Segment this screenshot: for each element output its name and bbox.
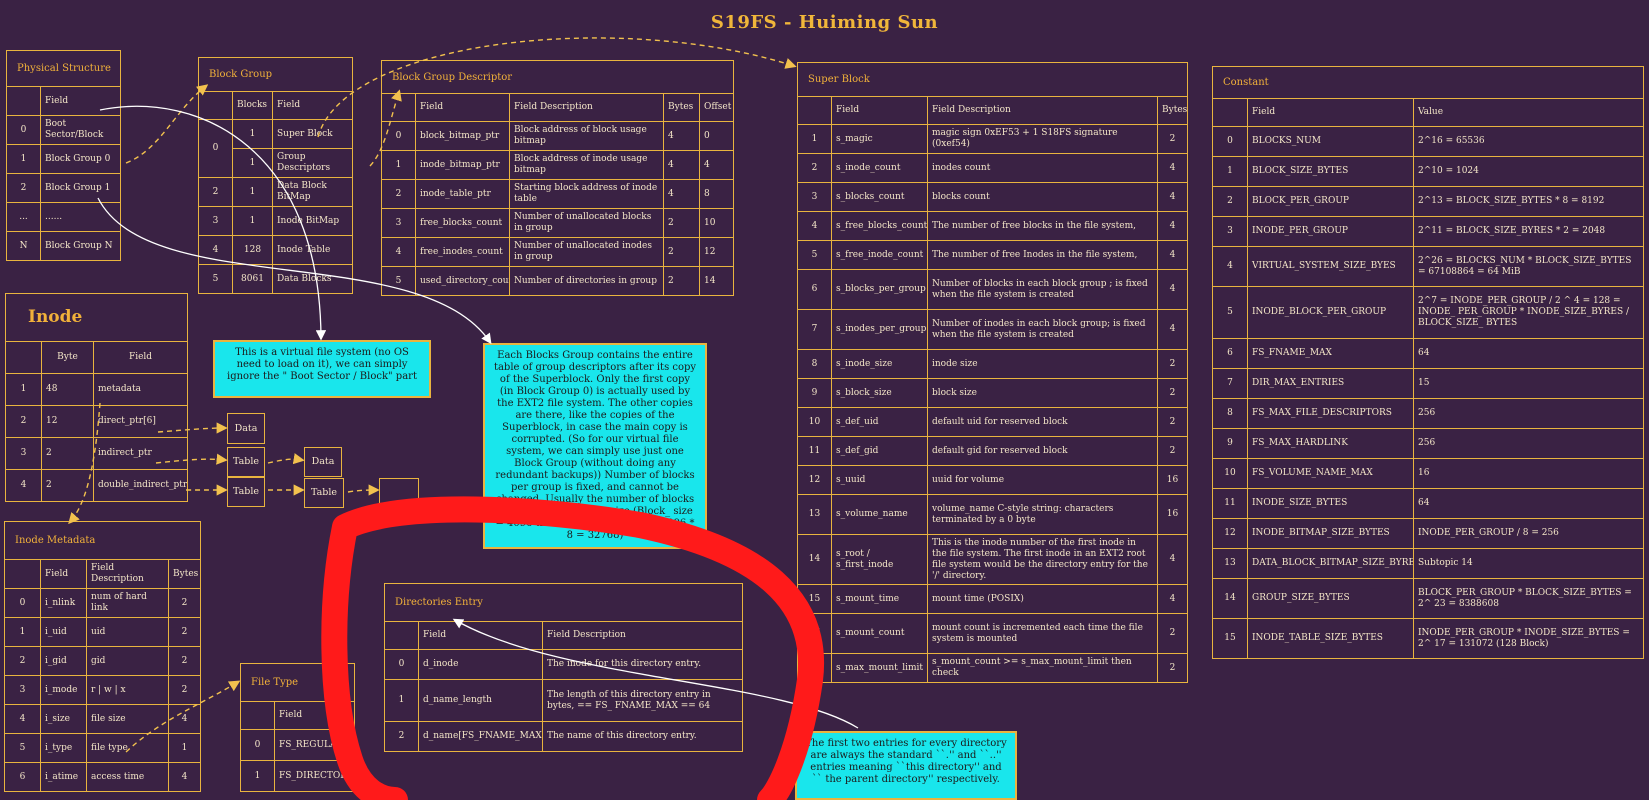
connector-arrow [99,105,327,341]
connector-arrow [125,680,241,753]
connector-arrow [157,422,228,434]
connector-arrow [317,37,797,138]
connector-arrow [347,484,380,496]
dashed-connectors [68,37,797,753]
connector-arrow [68,402,101,525]
connector-arrow [97,197,492,345]
connector-layer [68,37,859,800]
connector-arrow [267,453,305,465]
connector-arrow [369,89,402,167]
solid-connectors [97,105,859,729]
connector-arrow [125,84,209,164]
red-highlight-circle [321,496,825,800]
connector-arrow [155,453,228,465]
